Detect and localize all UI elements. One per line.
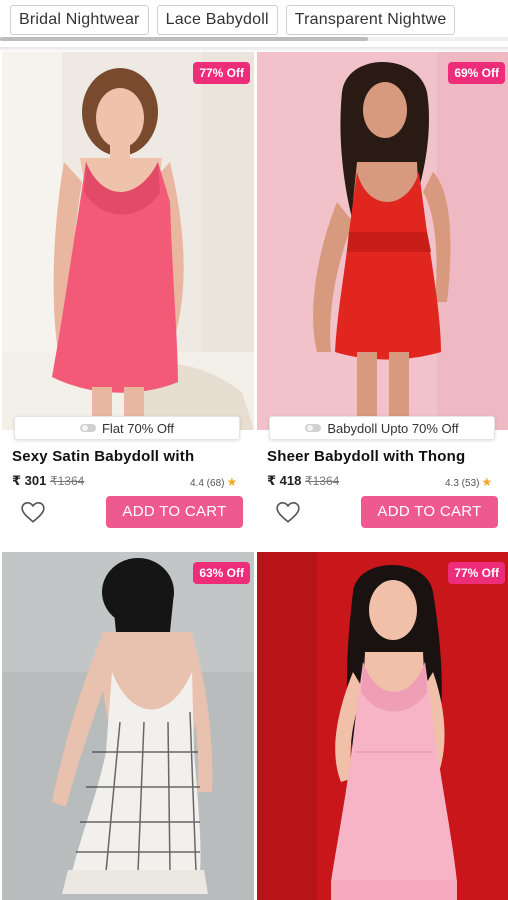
star-icon: ★ xyxy=(226,475,238,489)
product-image[interactable]: 63% Off xyxy=(2,552,254,900)
discount-badge: 77% Off xyxy=(448,562,505,584)
rating-value: 4.3 (53) xyxy=(445,478,480,489)
product-price: ₹ 418 xyxy=(267,473,302,488)
product-card[interactable]: 69% Off Babydoll Upto 70% Off Sheer Baby… xyxy=(257,52,508,542)
heart-icon[interactable] xyxy=(20,500,46,524)
category-chips: Bridal Nightwear Lace Babydoll Transpare… xyxy=(0,0,508,52)
discount-badge: 69% Off xyxy=(448,62,505,84)
chips-scrollbar-thumb[interactable] xyxy=(0,37,368,41)
rating-value: 4.4 (68) xyxy=(190,478,225,489)
product-price: ₹ 301 xyxy=(12,473,47,488)
product-rating: 4.3 (53) ★ xyxy=(445,475,492,489)
discount-badge: 63% Off xyxy=(193,562,250,584)
heart-icon[interactable] xyxy=(275,500,301,524)
chip-transparent-nightwear[interactable]: Transparent Nightwe xyxy=(285,5,456,35)
product-card[interactable]: 77% Off Flat 70% Off Sexy Satin Babydoll… xyxy=(2,52,254,542)
product-image[interactable]: 77% Off xyxy=(2,52,254,430)
chips-scrollbar[interactable] xyxy=(0,37,508,41)
tag-icon xyxy=(79,424,96,432)
product-name[interactable]: Sheer Babydoll with Thong xyxy=(267,448,503,465)
offer-pill: Flat 70% Off xyxy=(14,416,240,440)
tag-icon xyxy=(305,424,322,432)
product-card[interactable]: 63% Off xyxy=(2,552,254,900)
discount-badge: 77% Off xyxy=(193,62,250,84)
product-card[interactable]: 77% Off xyxy=(257,552,508,900)
product-mrp: ₹1364 xyxy=(50,474,85,488)
add-to-cart-button[interactable]: ADD TO CART xyxy=(106,496,243,528)
product-rating: 4.4 (68) ★ xyxy=(190,475,237,489)
offer-label: Flat 70% Off xyxy=(101,420,174,436)
chip-lace-babydoll[interactable]: Lace Babydoll xyxy=(156,5,278,35)
product-name[interactable]: Sexy Satin Babydoll with xyxy=(12,448,248,465)
product-image[interactable]: 77% Off xyxy=(257,552,508,900)
chip-bridal-nightwear[interactable]: Bridal Nightwear xyxy=(10,5,149,35)
star-icon: ★ xyxy=(481,475,493,489)
offer-pill: Babydoll Upto 70% Off xyxy=(269,416,495,440)
product-mrp: ₹1364 xyxy=(305,474,340,488)
product-image[interactable]: 69% Off xyxy=(257,52,508,430)
add-to-cart-button[interactable]: ADD TO CART xyxy=(361,496,498,528)
offer-label: Babydoll Upto 70% Off xyxy=(327,420,459,436)
